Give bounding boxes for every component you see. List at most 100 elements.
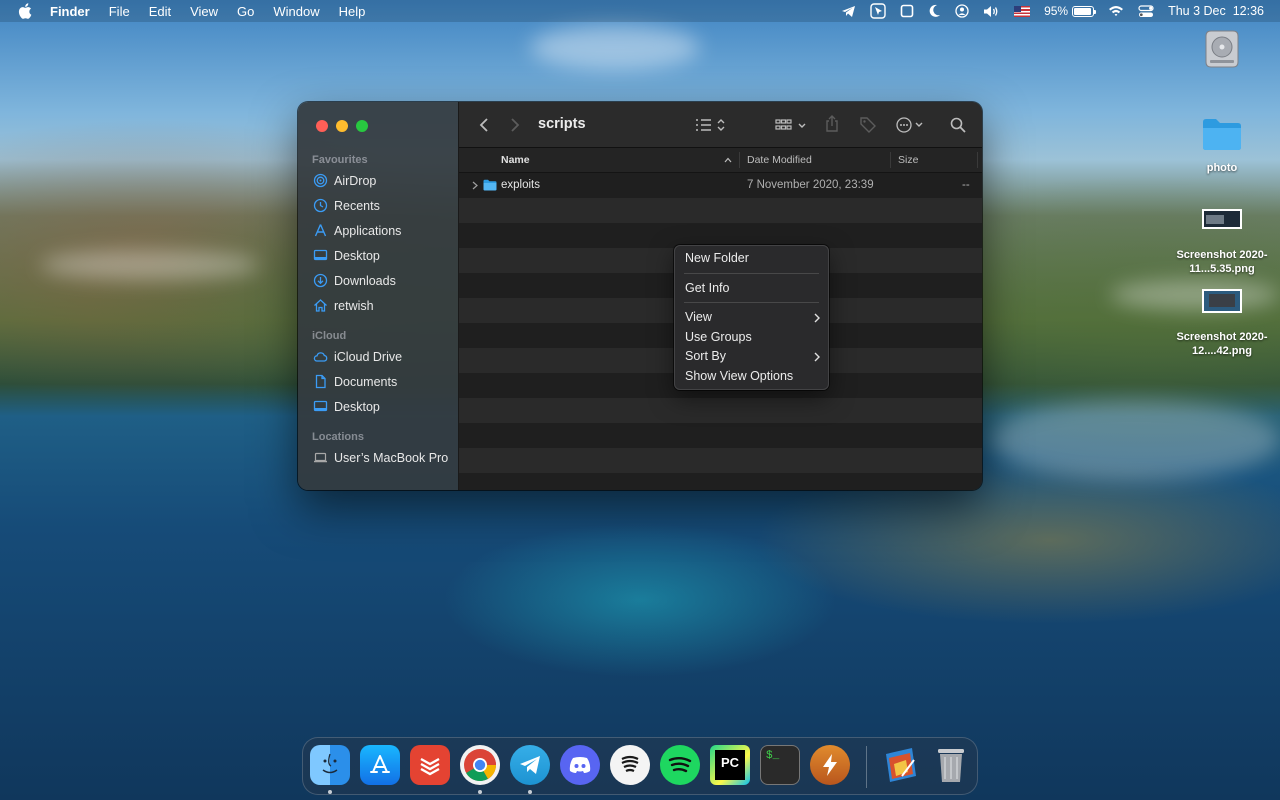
dock-trash-icon[interactable] [931,745,971,785]
sidebar-item-label: AirDrop [334,173,377,188]
sidebar-item-recents[interactable]: Recents [298,193,458,218]
context-menu: New Folder Get Info View Use Groups Sort… [674,245,829,390]
finder-toolbar: scripts [459,102,982,148]
sidebar-item-documents[interactable]: Documents [298,369,458,394]
dock-app-store-icon[interactable] [360,745,400,785]
sidebar-item-desktop[interactable]: Desktop [298,243,458,268]
apple-menu-icon[interactable] [18,3,32,19]
sidebar-item-label: Desktop [334,248,380,263]
column-size[interactable]: Size [898,154,918,166]
group-by-icon[interactable] [775,117,807,133]
sidebar-item-label: retwish [334,298,374,313]
control-center-icon[interactable] [1138,4,1154,18]
menu-window[interactable]: Window [273,4,319,19]
back-icon[interactable] [479,117,489,133]
menu-view[interactable]: View [190,4,218,19]
menu-item-label: Get Info [685,280,730,295]
volume-icon[interactable] [983,5,1000,18]
share-icon[interactable] [825,115,839,133]
dock-divider [866,746,867,788]
menu-item-label: Use Groups [685,329,752,344]
list-view-icon[interactable] [695,117,727,133]
document-icon [315,374,326,389]
dock-finder-icon[interactable] [310,745,350,785]
column-name[interactable]: Name [501,154,530,166]
desktop-screenshot-2[interactable]: Screenshot 2020-12....42.png [1167,288,1277,358]
menu-item-label: New Folder [685,251,749,265]
menu-go[interactable]: Go [237,4,254,19]
dock-downloads-stack-icon[interactable] [881,745,921,785]
wifi-icon[interactable] [1108,5,1124,17]
dock-discord-icon[interactable] [560,745,600,785]
dock-running-indicator [478,790,482,794]
dock-warp-icon[interactable] [610,745,650,785]
desktop-folder-label: photo [1206,162,1238,174]
dock-telegram-icon[interactable] [510,745,550,785]
menubar-clock[interactable]: Thu 3 Dec 12:36 [1168,4,1264,18]
desktop-screenshot-1-label: Screenshot 2020-11...5.35.png [1176,249,1268,275]
column-date-modified[interactable]: Date Modified [747,154,812,166]
dock-spotify-icon[interactable] [660,745,700,785]
dock-terminal-icon[interactable]: $_ [760,745,800,785]
menu-app-name[interactable]: Finder [50,4,90,19]
sidebar-item-home[interactable]: retwish [298,293,458,318]
close-button[interactable] [316,120,328,132]
battery-fill [1074,7,1092,15]
sidebar-item-label: Applications [334,223,402,238]
telegram-icon[interactable] [841,5,856,18]
menu-item-new-folder[interactable]: New Folder [674,249,829,269]
desktop-screenshot-2-label: Screenshot 2020-12....42.png [1176,331,1268,357]
screenshot-thumb-icon [1202,209,1242,229]
more-actions-icon[interactable] [896,117,928,133]
cursor-icon[interactable] [870,3,886,19]
menu-file[interactable]: File [109,4,130,19]
finder-window: Favourites AirDrop Recents Applications … [298,102,982,490]
desktop-folder-photo[interactable]: photo [1167,117,1277,175]
moon-icon[interactable] [928,4,941,18]
disclosure-triangle-icon[interactable] [472,181,478,190]
menu-item-show-view-options[interactable]: Show View Options [674,367,829,387]
dock-chrome-icon[interactable] [460,745,500,785]
sidebar-item-icloud-drive[interactable]: iCloud Drive [298,344,458,369]
sidebar-item-airdrop[interactable]: AirDrop [298,168,458,193]
screenshot-thumb-icon [1202,289,1242,313]
forward-icon[interactable] [510,117,520,133]
search-icon[interactable] [950,117,966,133]
sort-ascending-icon[interactable] [724,157,732,163]
sidebar-item-label: iCloud Drive [334,349,403,364]
battery-icon [1072,5,1097,17]
menu-item-get-info[interactable]: Get Info [674,279,829,299]
user-icon[interactable] [955,4,969,18]
desktop-drive[interactable] [1167,28,1277,80]
menu-item-label: View [685,310,712,324]
zoom-button[interactable] [356,120,368,132]
menu-item-sort-by[interactable]: Sort By [674,347,829,367]
sidebar-section-favourites: Favourites [312,154,368,166]
cloud-icon [313,352,328,362]
menu-help[interactable]: Help [339,4,366,19]
square-icon[interactable] [900,4,914,18]
dock-reeder-icon[interactable] [810,745,850,785]
minimize-button[interactable] [336,120,348,132]
tag-icon[interactable] [859,116,877,134]
menu-edit[interactable]: Edit [149,4,171,19]
file-date-modified: 7 November 2020, 23:39 [747,179,874,191]
clock-icon [313,198,328,213]
dock-pycharm-icon[interactable]: PC [710,745,750,785]
sidebar-section-locations: Locations [312,431,364,443]
us-flag-icon[interactable] [1014,5,1031,17]
desktop-icon [313,400,328,412]
menu-divider [684,272,819,274]
sidebar-item-applications[interactable]: Applications [298,218,458,243]
sidebar-item-icloud-desktop[interactable]: Desktop [298,394,458,419]
desktop-screenshot-1[interactable]: Screenshot 2020-11...5.35.png [1167,206,1277,276]
download-icon [313,273,328,288]
dock-todoist-icon[interactable] [410,745,450,785]
sidebar-item-downloads[interactable]: Downloads [298,268,458,293]
menu-item-view[interactable]: View [674,308,829,328]
sidebar-item-macbook[interactable]: User’s MacBook Pro [298,445,458,470]
table-row[interactable]: exploits 7 November 2020, 23:39 -- [459,173,982,198]
wallpaper-cloud [40,250,260,280]
menu-item-use-groups[interactable]: Use Groups [674,328,829,348]
battery-indicator[interactable]: 95% [1044,4,1097,18]
